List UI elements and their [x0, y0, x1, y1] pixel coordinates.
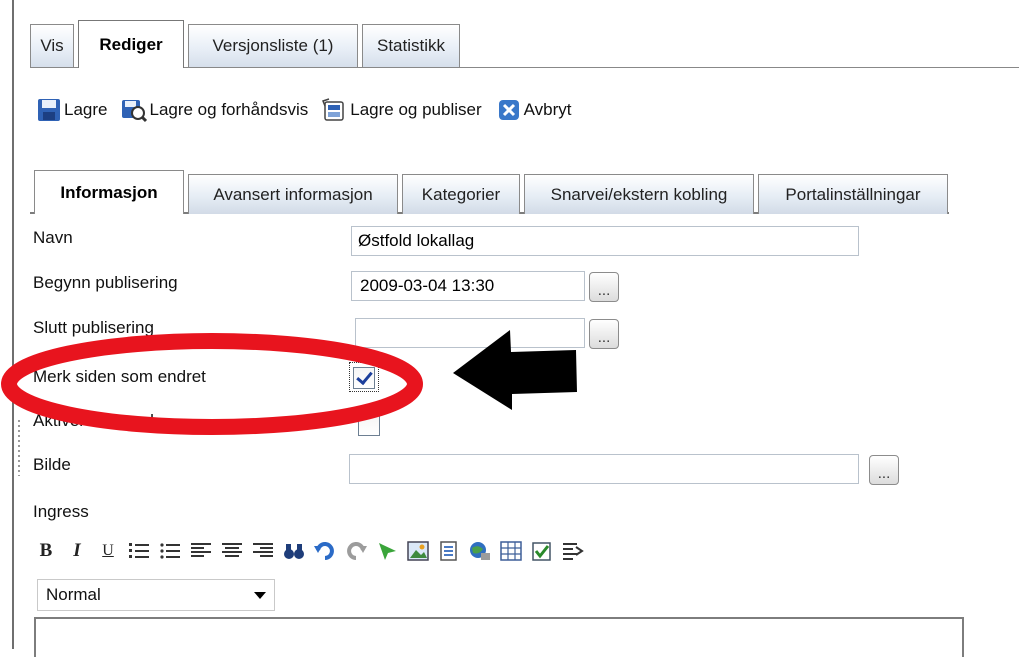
stop-publish-label: Slutt publisering: [33, 318, 154, 337]
insert-link-icon[interactable]: [375, 538, 399, 564]
cancel-button[interactable]: Avbryt: [496, 97, 572, 123]
save-publish-button[interactable]: Lagre og publiser: [322, 97, 482, 123]
action-toolbar: Lagre Lagre og forhåndsvis Lagre og publ…: [36, 95, 572, 125]
save-preview-label: Lagre og forhåndsvis: [149, 100, 309, 119]
intro-label: Ingress: [33, 502, 89, 521]
tab-portalinstallningar[interactable]: Portalinställningar: [758, 174, 948, 214]
tab-kategorier[interactable]: Kategorier: [402, 174, 520, 214]
mark-changed-label: Merk siden som endret: [33, 367, 206, 386]
activate-template-checkbox[interactable]: [358, 414, 380, 436]
save-preview-button[interactable]: Lagre og forhåndsvis: [121, 97, 308, 123]
numbered-list-icon[interactable]: [127, 538, 151, 564]
tab-versjonsliste[interactable]: Versjonsliste (1): [188, 24, 358, 67]
save-publish-label: Lagre og publiser: [350, 100, 482, 119]
insert-document-icon[interactable]: [437, 538, 461, 564]
stop-date-picker-button[interactable]: ...: [589, 319, 619, 349]
align-left-icon[interactable]: [189, 538, 213, 564]
tab-avansert-informasjon[interactable]: Avansert informasjon: [188, 174, 398, 214]
activate-template-label: Aktiver som mal: [33, 411, 154, 430]
editor-toolbar: B I U: [34, 536, 585, 566]
tab-vis[interactable]: Vis: [30, 24, 74, 67]
tab-snarvei[interactable]: Snarvei/ekstern kobling: [524, 174, 754, 214]
insert-table-icon[interactable]: [499, 538, 523, 564]
image-browse-button[interactable]: ...: [869, 455, 899, 485]
underline-button[interactable]: U: [96, 538, 120, 564]
tab-statistikk[interactable]: Statistikk: [362, 24, 460, 67]
cancel-label: Avbryt: [523, 100, 572, 119]
image-label: Bilde: [33, 455, 71, 474]
start-publish-label: Begynn publisering: [33, 273, 178, 292]
insert-web-object-icon[interactable]: [468, 538, 492, 564]
floppy-disk-icon: [36, 97, 62, 123]
save-label: Lagre: [64, 100, 108, 119]
italic-button[interactable]: I: [65, 538, 89, 564]
image-input[interactable]: [349, 454, 859, 484]
align-right-icon[interactable]: [251, 538, 275, 564]
save-publish-icon: [322, 97, 348, 123]
format-value: Normal: [46, 585, 101, 604]
stop-publish-input[interactable]: [355, 318, 585, 348]
name-input[interactable]: [351, 226, 859, 256]
spellcheck-icon[interactable]: [530, 538, 554, 564]
tab-informasjon[interactable]: Informasjon: [34, 170, 184, 214]
form-tab-bar: Informasjon Avansert informasjon Kategor…: [30, 170, 949, 214]
resize-handle[interactable]: [18, 420, 20, 476]
bold-button[interactable]: B: [34, 538, 58, 564]
left-border: [12, 0, 14, 649]
start-publish-input[interactable]: [351, 271, 585, 301]
start-date-picker-button[interactable]: ...: [589, 272, 619, 302]
name-label: Navn: [33, 228, 73, 247]
top-tab-bar: Vis Rediger Versjonsliste (1) Statistikk: [30, 20, 1019, 68]
save-button[interactable]: Lagre: [36, 97, 107, 123]
find-binoculars-icon[interactable]: [282, 538, 306, 564]
undo-icon[interactable]: [313, 538, 337, 564]
ingress-editor[interactable]: [34, 617, 964, 657]
align-center-icon[interactable]: [220, 538, 244, 564]
mark-changed-checkbox[interactable]: [353, 367, 375, 389]
insert-image-icon[interactable]: [406, 538, 430, 564]
tab-rediger[interactable]: Rediger: [78, 20, 184, 68]
cancel-x-icon: [496, 97, 522, 123]
dropdown-caret-icon: [254, 592, 266, 599]
bullet-list-icon[interactable]: [158, 538, 182, 564]
redo-icon[interactable]: [344, 538, 368, 564]
clean-formatting-icon[interactable]: [561, 538, 585, 564]
format-dropdown[interactable]: Normal: [37, 579, 275, 611]
save-preview-icon: [121, 97, 148, 123]
